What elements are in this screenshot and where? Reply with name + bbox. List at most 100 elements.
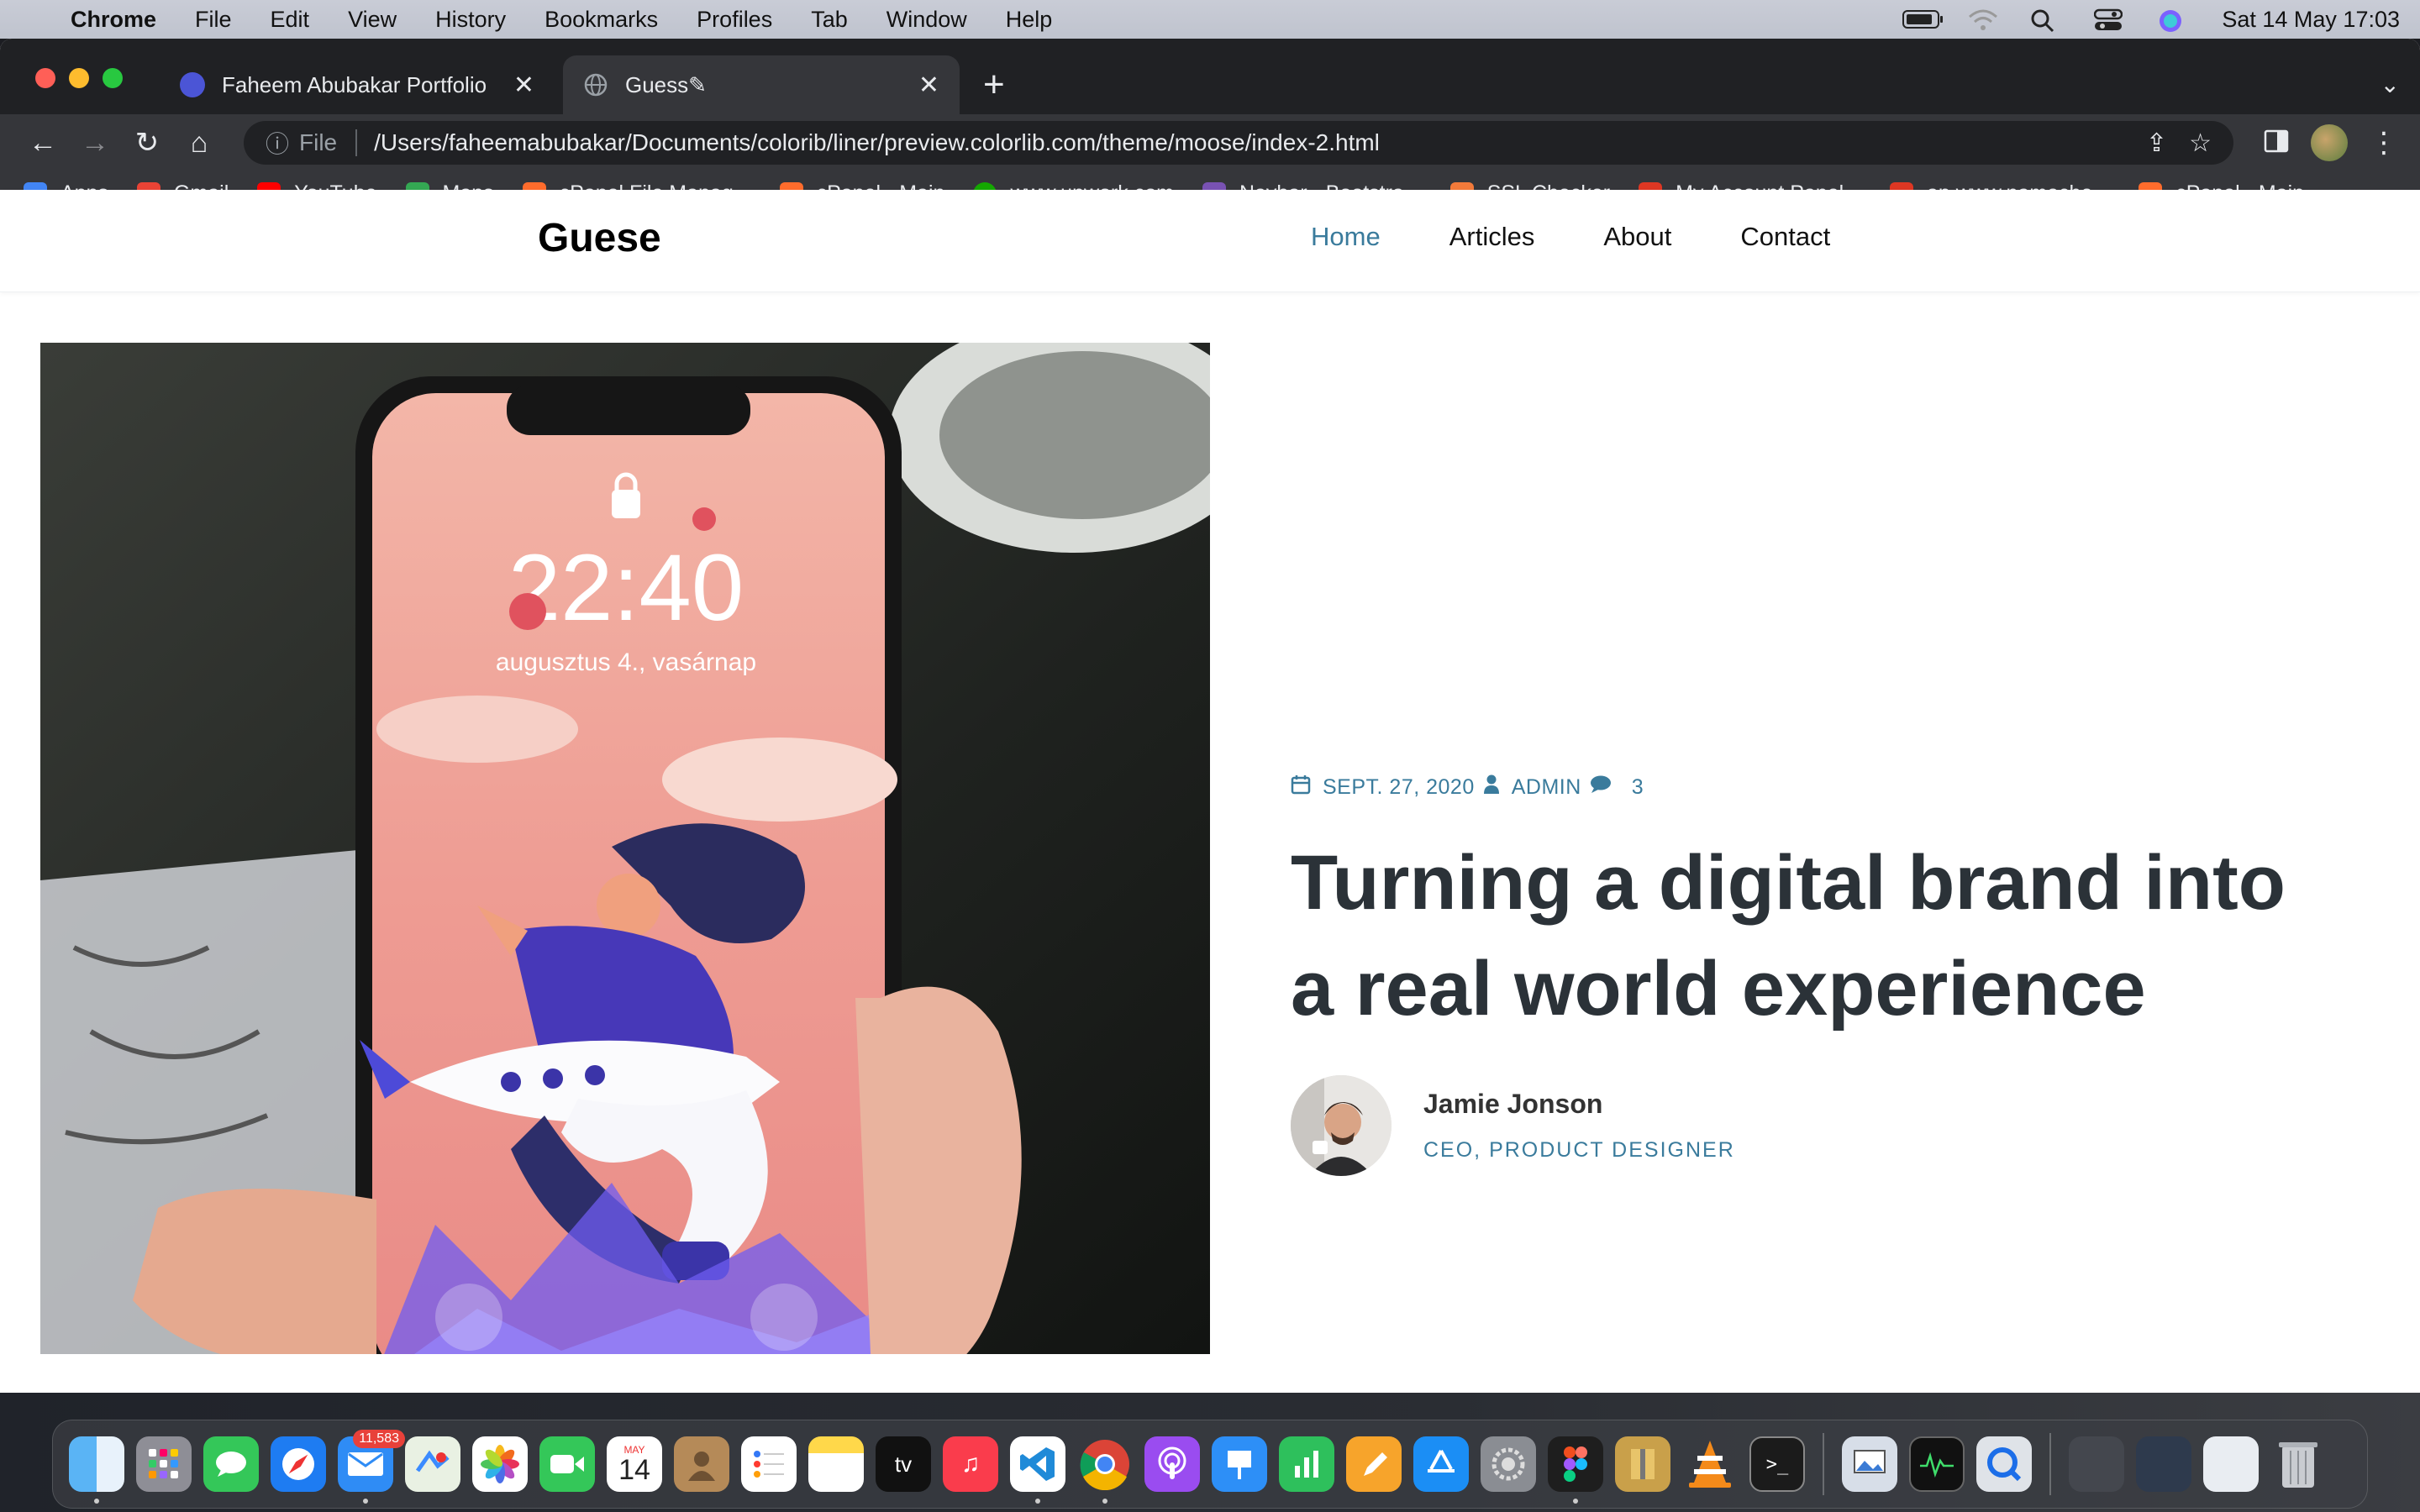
- tab-portfolio[interactable]: Faheem Abubakar Portfolio ✕: [160, 55, 555, 114]
- chrome-icon[interactable]: [1077, 1436, 1133, 1504]
- nav-home-link[interactable]: Home: [1311, 222, 1381, 252]
- comment-icon: [1590, 775, 1612, 800]
- new-tab-plus-icon[interactable]: +: [983, 64, 1005, 106]
- activity-monitor-icon[interactable]: [1909, 1436, 1965, 1492]
- svg-text:augusztus 4., vasárnap: augusztus 4., vasárnap: [496, 648, 756, 676]
- address-bar[interactable]: ⓘ File /Users/faheemabubakar/Documents/c…: [244, 121, 2233, 165]
- tab-search-chevron-icon[interactable]: ⌄: [2381, 71, 2400, 98]
- mail-icon[interactable]: 11,583: [338, 1430, 405, 1504]
- menu-app-name[interactable]: Chrome: [71, 7, 156, 33]
- back-arrow-icon[interactable]: ←: [17, 127, 69, 160]
- terminal-icon[interactable]: >_: [1749, 1436, 1805, 1492]
- globe-favicon-icon: [583, 72, 608, 97]
- nav-contact-link[interactable]: Contact: [1740, 222, 1830, 252]
- apple-tv-icon[interactable]: tv: [876, 1436, 931, 1492]
- bookmark-star-icon[interactable]: ☆: [2189, 129, 2212, 158]
- author-avatar: [1291, 1075, 1392, 1176]
- launchpad-icon[interactable]: [136, 1436, 192, 1492]
- minimize-window-button[interactable]: [69, 68, 89, 88]
- side-panel-icon[interactable]: [2264, 129, 2289, 158]
- macos-menu-bar: Chrome File Edit View History Bookmarks …: [0, 0, 2420, 39]
- nav-articles-link[interactable]: Articles: [1449, 222, 1535, 252]
- menu-view[interactable]: View: [348, 7, 397, 33]
- reload-icon[interactable]: ↻: [121, 126, 173, 160]
- pages-icon[interactable]: [1346, 1436, 1402, 1492]
- dock-separator: [1823, 1433, 1824, 1495]
- macos-dock: 11,583 MAY 14 tv ♫ >_: [52, 1420, 2368, 1509]
- svg-text:22:40: 22:40: [508, 535, 744, 640]
- notes-icon[interactable]: [808, 1436, 864, 1492]
- user-icon: [1483, 774, 1500, 801]
- close-tab-icon[interactable]: ✕: [918, 71, 939, 100]
- keynote-icon[interactable]: [1212, 1436, 1267, 1492]
- menu-window[interactable]: Window: [886, 7, 967, 33]
- menu-edit[interactable]: Edit: [271, 7, 310, 33]
- battery-icon[interactable]: [1902, 8, 1944, 30]
- calendar-icon: [1291, 774, 1311, 801]
- post-date: SEPT. 27, 2020: [1323, 775, 1475, 799]
- quicktime-icon[interactable]: [1976, 1436, 2032, 1492]
- photos-icon[interactable]: [472, 1436, 528, 1492]
- music-icon[interactable]: ♫: [943, 1436, 998, 1492]
- vlc-cone-icon[interactable]: [1682, 1436, 1738, 1492]
- nav-about-link[interactable]: About: [1603, 222, 1671, 252]
- system-preferences-gear-icon[interactable]: [1481, 1436, 1536, 1492]
- minimized-window-thumbnail[interactable]: [2203, 1436, 2259, 1492]
- site-info-icon[interactable]: ⓘ: [266, 126, 289, 160]
- archive-utility-icon[interactable]: [1615, 1436, 1670, 1492]
- site-nav-links: Home Articles About Contact: [1311, 222, 1899, 252]
- home-icon[interactable]: ⌂: [173, 127, 225, 160]
- minimized-window-thumbnail[interactable]: [2136, 1436, 2191, 1492]
- menu-bookmarks[interactable]: Bookmarks: [544, 7, 658, 33]
- menu-tab[interactable]: Tab: [811, 7, 848, 33]
- address-scheme: File: [299, 129, 358, 156]
- control-center-icon[interactable]: [2094, 8, 2129, 30]
- calendar-app-icon[interactable]: MAY 14: [607, 1436, 662, 1492]
- window-controls: [35, 68, 123, 88]
- facetime-icon[interactable]: [539, 1436, 595, 1492]
- address-url[interactable]: /Users/faheemabubakar/Documents/colorib/…: [374, 129, 1380, 156]
- post-hero-image[interactable]: 22:40 augusztus 4., vasárnap: [40, 343, 1210, 1354]
- post-author-tag[interactable]: ADMIN: [1512, 775, 1581, 800]
- menu-file[interactable]: File: [195, 7, 232, 33]
- post-title[interactable]: Turning a digital brand into a real worl…: [1291, 830, 2316, 1042]
- menu-help[interactable]: Help: [1006, 7, 1053, 33]
- post-comment-count[interactable]: 3: [1632, 775, 1644, 800]
- portfolio-favicon-icon: [180, 72, 205, 97]
- contacts-icon[interactable]: [674, 1436, 729, 1492]
- wifi-icon[interactable]: [1966, 8, 2002, 30]
- zoom-window-button[interactable]: [103, 68, 123, 88]
- safari-compass-icon[interactable]: [271, 1436, 326, 1492]
- author-name[interactable]: Jamie Jonson: [1423, 1089, 1735, 1120]
- finder-icon[interactable]: [69, 1436, 124, 1504]
- author-info: Jamie Jonson CEO, PRODUCT DESIGNER: [1423, 1089, 1735, 1163]
- site-navbar: Guese Home Articles About Contact: [0, 190, 2420, 292]
- menu-profiles[interactable]: Profiles: [697, 7, 772, 33]
- share-icon[interactable]: ⇪: [2146, 129, 2167, 158]
- vscode-icon[interactable]: [1010, 1436, 1065, 1504]
- forward-arrow-icon[interactable]: →: [69, 127, 121, 160]
- maps-icon[interactable]: [405, 1436, 460, 1492]
- preview-icon[interactable]: [1842, 1436, 1897, 1492]
- tab-guess[interactable]: Guess✎ ✕: [563, 55, 960, 114]
- site-logo[interactable]: Guese: [538, 215, 661, 261]
- close-window-button[interactable]: [35, 68, 55, 88]
- app-store-icon[interactable]: [1413, 1436, 1469, 1492]
- chrome-menu-kebab-icon[interactable]: ⋮: [2370, 126, 2398, 160]
- siri-icon[interactable]: [2158, 8, 2193, 32]
- tab-strip: Faheem Abubakar Portfolio ✕ Guess✎ ✕ + ⌄: [0, 39, 2420, 114]
- tab-title: Guess✎: [625, 71, 707, 97]
- post-meta: SEPT. 27, 2020 ADMIN 3: [1291, 774, 1644, 801]
- menu-bar-clock[interactable]: Sat 14 May 17:03: [2222, 7, 2400, 33]
- spotlight-search-icon[interactable]: [2030, 8, 2065, 33]
- podcasts-icon[interactable]: [1144, 1436, 1200, 1492]
- menu-history[interactable]: History: [435, 7, 506, 33]
- minimized-window-thumbnail[interactable]: [2069, 1436, 2124, 1492]
- messages-icon[interactable]: [203, 1436, 259, 1492]
- figma-icon[interactable]: [1548, 1436, 1603, 1504]
- numbers-icon[interactable]: [1279, 1436, 1334, 1492]
- close-tab-icon[interactable]: ✕: [513, 71, 534, 100]
- reminders-icon[interactable]: [741, 1436, 797, 1492]
- trash-icon[interactable]: [2270, 1436, 2326, 1492]
- profile-avatar[interactable]: [2311, 124, 2348, 161]
